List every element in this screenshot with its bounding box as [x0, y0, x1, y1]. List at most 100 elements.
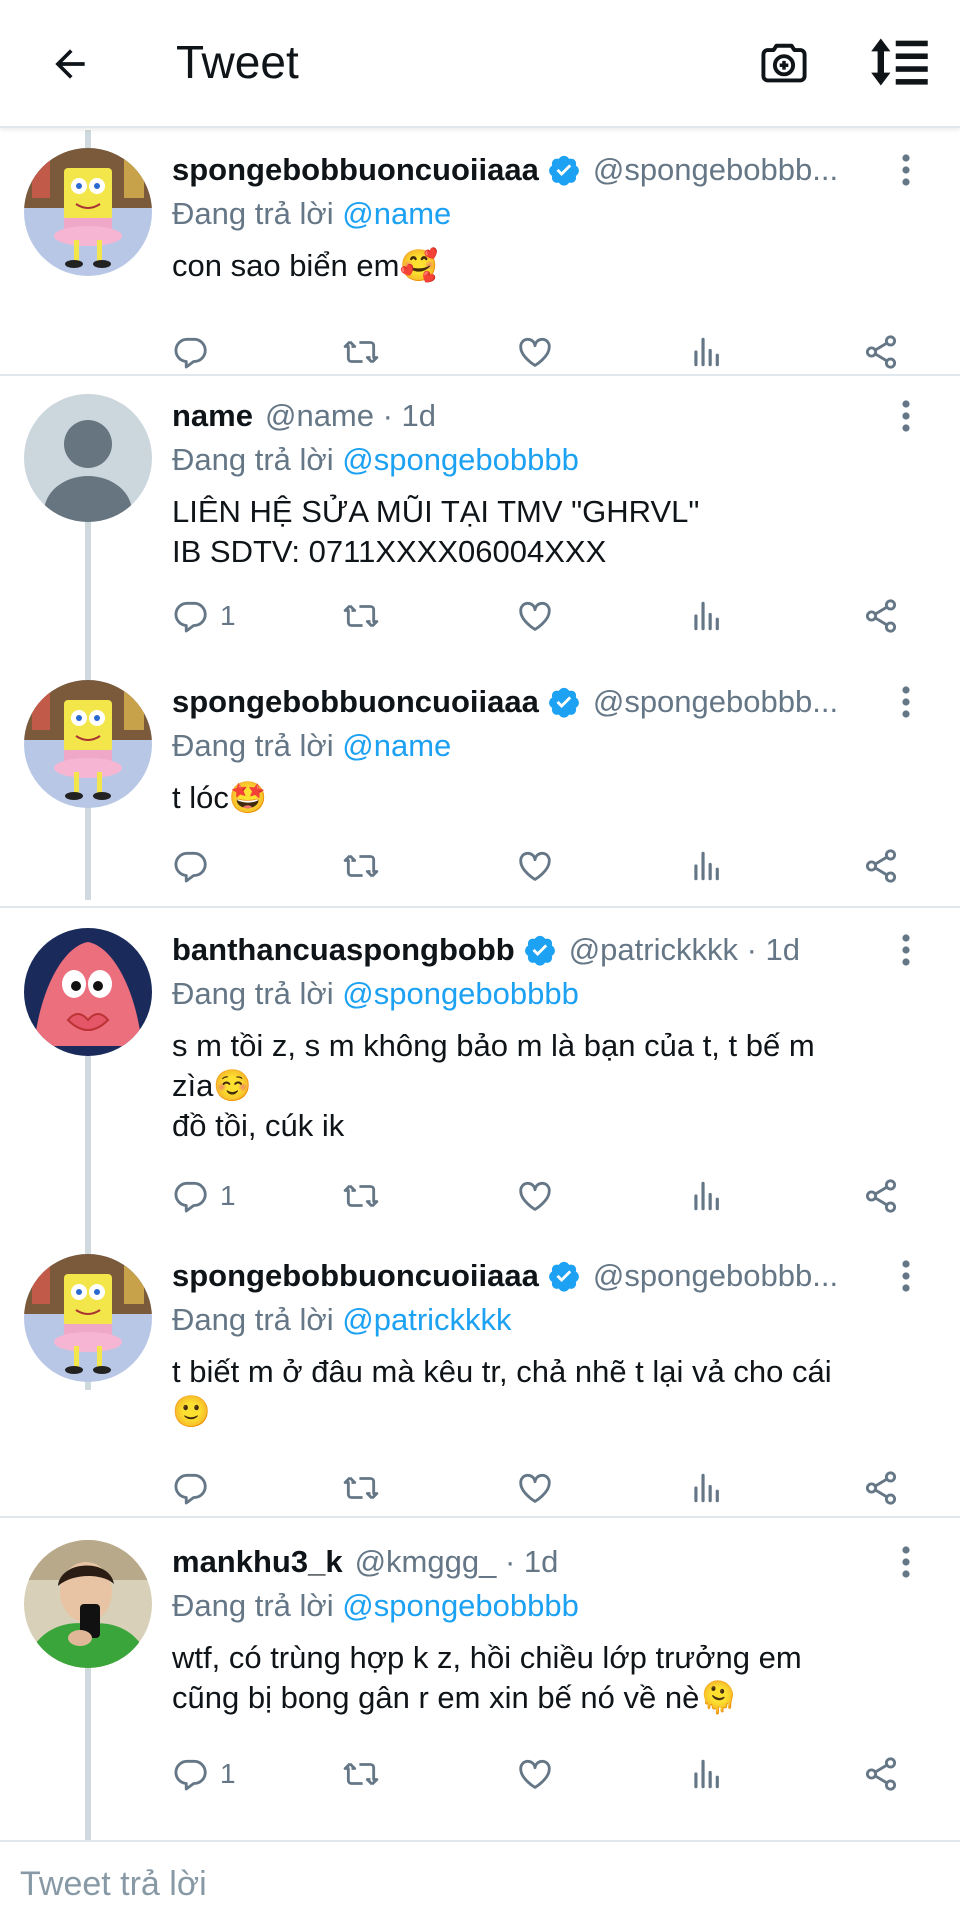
retweet-icon — [343, 1184, 379, 1208]
avatar-patrick[interactable] — [24, 928, 152, 1056]
analytics-button[interactable] — [688, 1460, 726, 1516]
mention-link[interactable]: @name — [342, 196, 451, 231]
sort-button[interactable] — [864, 30, 936, 94]
share-icon — [865, 599, 897, 633]
reply-tweet[interactable]: spongebobbuoncuoiiaaa @spongebobbb... Đa… — [0, 680, 960, 930]
reply-tweet[interactable]: name @name · 1d Đang trả lời @spongebobb… — [0, 394, 960, 674]
retweet-button[interactable] — [342, 588, 380, 644]
more-options-button[interactable] — [888, 1540, 924, 1584]
tweet-detail-screen: Tweet spongebobbuoncuoiiaaa @spongebobbb… — [0, 0, 960, 1920]
reply-icon — [174, 1473, 207, 1505]
analytics-button[interactable] — [688, 1746, 726, 1802]
handle[interactable]: @spongebobbb... — [593, 684, 838, 720]
tweet-header: mankhu3_k @kmggg_ · 1d — [172, 1540, 920, 1584]
share-button[interactable] — [862, 1460, 900, 1516]
retweet-button[interactable] — [342, 838, 380, 894]
analytics-button[interactable] — [688, 838, 726, 894]
like-button[interactable] — [516, 1460, 554, 1516]
avatar-spongebob[interactable] — [24, 1254, 152, 1382]
reply-count: 1 — [220, 1180, 236, 1211]
handle[interactable]: @name · 1d — [265, 398, 436, 434]
reply-button[interactable] — [172, 838, 220, 894]
verified-badge-icon — [524, 935, 555, 966]
more-vertical-icon — [902, 934, 910, 966]
more-options-button[interactable] — [888, 680, 924, 724]
retweet-button[interactable] — [342, 1746, 380, 1802]
display-name[interactable]: banthancuaspongbobb — [172, 932, 515, 968]
share-button[interactable] — [862, 1746, 900, 1802]
handle[interactable]: @spongebobbb... — [593, 152, 838, 188]
analytics-button[interactable] — [688, 324, 726, 380]
retweet-icon — [343, 1476, 379, 1500]
retweet-icon — [343, 604, 379, 628]
reply-input[interactable] — [20, 1856, 920, 1912]
like-button[interactable] — [516, 1168, 554, 1224]
avatar-spongebob[interactable] — [24, 148, 152, 276]
avatar-person[interactable] — [24, 1540, 152, 1668]
retweet-button[interactable] — [342, 324, 380, 380]
reply-icon — [174, 1759, 207, 1791]
reply-button[interactable]: 1 — [172, 1168, 236, 1224]
tweet-text: wtf, có trùng hợp k z, hồi chiều lớp trư… — [172, 1640, 802, 1715]
tweet-actions: 1 — [172, 1746, 912, 1802]
share-button[interactable] — [862, 838, 900, 894]
reply-feed[interactable]: spongebobbuoncuoiiaaa @spongebobbb... Đa… — [0, 130, 960, 1840]
more-options-button[interactable] — [888, 394, 924, 438]
mention-link[interactable]: @spongebobbbb — [342, 442, 579, 477]
analytics-button[interactable] — [688, 588, 726, 644]
reply-tweet[interactable]: banthancuaspongbobb @patrickkkk · 1d Đan… — [0, 928, 960, 1228]
reply-tweet[interactable]: spongebobbuoncuoiiaaa @spongebobbb... Đa… — [0, 1254, 960, 1514]
reply-tweet[interactable]: spongebobbuoncuoiiaaa @spongebobbb... Đa… — [0, 148, 960, 408]
tweet-text: t biết m ở đâu mà kêu tr, chả nhẽ t lại … — [172, 1354, 832, 1429]
mention-link[interactable]: @spongebobbbb — [342, 976, 579, 1011]
share-icon — [865, 849, 897, 883]
reply-button[interactable] — [172, 324, 220, 380]
reply-tweet[interactable]: mankhu3_k @kmggg_ · 1d Đang trả lời @spo… — [0, 1540, 960, 1820]
share-icon — [865, 1471, 897, 1505]
display-name[interactable]: spongebobbuoncuoiiaaa — [172, 1258, 539, 1294]
share-button[interactable] — [862, 1168, 900, 1224]
display-name[interactable]: spongebobbuoncuoiiaaa — [172, 152, 539, 188]
thread-line — [85, 130, 91, 148]
share-icon — [865, 1757, 897, 1791]
mention-link[interactable]: @spongebobbbb — [342, 1588, 579, 1623]
reply-button[interactable]: 1 — [172, 1746, 236, 1802]
analytics-icon — [694, 1473, 719, 1503]
more-vertical-icon — [902, 400, 910, 432]
mention-link[interactable]: @name — [342, 728, 451, 763]
share-button[interactable] — [862, 588, 900, 644]
more-options-button[interactable] — [888, 928, 924, 972]
tweet-actions: 1 — [172, 1168, 912, 1224]
reply-button[interactable]: 1 — [172, 588, 236, 644]
avatar-spongebob[interactable] — [24, 680, 152, 808]
heart-icon — [519, 1759, 551, 1789]
share-icon — [865, 335, 897, 369]
avatar-default[interactable] — [24, 394, 152, 522]
display-name[interactable]: spongebobbuoncuoiiaaa — [172, 684, 539, 720]
like-button[interactable] — [516, 324, 554, 380]
display-name[interactable]: name — [172, 398, 253, 434]
like-button[interactable] — [516, 838, 554, 894]
analytics-button[interactable] — [688, 1168, 726, 1224]
mention-link[interactable]: @patrickkkk — [342, 1302, 511, 1337]
reply-button[interactable] — [172, 1460, 220, 1516]
like-button[interactable] — [516, 1746, 554, 1802]
like-button[interactable] — [516, 588, 554, 644]
display-name[interactable]: mankhu3_k — [172, 1544, 343, 1580]
page-title: Tweet — [176, 36, 299, 88]
handle[interactable]: @spongebobbb... — [593, 1258, 838, 1294]
more-options-button[interactable] — [888, 148, 924, 192]
retweet-button[interactable] — [342, 1168, 380, 1224]
back-button[interactable] — [40, 34, 100, 94]
more-options-button[interactable] — [888, 1254, 924, 1298]
replying-to: Đang trả lời @spongebobbbb — [172, 440, 920, 480]
analytics-icon — [694, 1759, 719, 1789]
tweet-text: LIÊN HỆ SỬA MŨI TẠI TMV "GHRVL" IB SDTV:… — [172, 494, 700, 569]
more-vertical-icon — [902, 686, 910, 718]
camera-button[interactable] — [752, 30, 816, 94]
handle[interactable]: @patrickkkk · 1d — [569, 932, 800, 968]
share-button[interactable] — [862, 324, 900, 380]
retweet-button[interactable] — [342, 1460, 380, 1516]
heart-icon — [519, 1181, 551, 1211]
handle[interactable]: @kmggg_ · 1d — [355, 1544, 559, 1580]
